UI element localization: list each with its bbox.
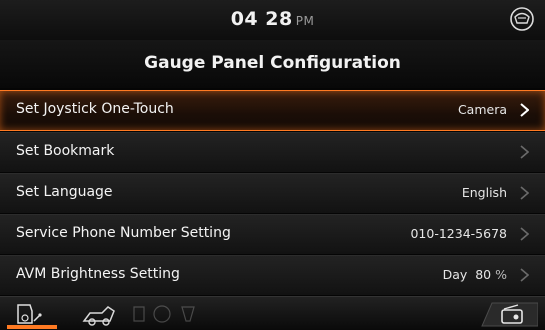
chevron-right-icon (520, 145, 529, 159)
gauge-panel-screen: 04 28 PM Gauge Panel Configuration Set Jo… (0, 0, 545, 330)
chevron-right-icon (520, 268, 529, 282)
setting-label: AVM Brightness Setting (16, 266, 180, 282)
setting-label: Set Bookmark (16, 143, 115, 159)
setting-language[interactable]: Set Language English (0, 173, 545, 213)
setting-joystick-one-touch[interactable]: Set Joystick One-Touch Camera (0, 90, 545, 131)
chevron-right-icon (520, 186, 529, 200)
setting-label: Set Joystick One-Touch (16, 101, 174, 117)
driver-helmet-icon[interactable] (509, 6, 535, 32)
gauge-menu-icon[interactable] (12, 301, 50, 327)
setting-value: 010-1234-5678 (410, 226, 507, 241)
machine-icon[interactable] (80, 301, 120, 327)
status-bar: 04 28 PM (0, 0, 545, 40)
brightness-unit: % (495, 267, 507, 282)
setting-label: Service Phone Number Setting (16, 225, 231, 241)
setting-service-phone[interactable]: Service Phone Number Setting 010-1234-56… (0, 214, 545, 254)
setting-bookmark[interactable]: Set Bookmark (0, 132, 545, 172)
chevron-right-icon (520, 227, 529, 241)
clock-ampm: PM (295, 14, 315, 28)
setting-value: Camera (457, 102, 507, 117)
fault-icon (133, 305, 195, 323)
setting-value: English (461, 185, 507, 200)
brightness-value: Day 80 (442, 267, 492, 282)
clock: 04 28 PM (0, 8, 545, 30)
settings-list: Set Joystick One-Touch Camera Set Bookma… (0, 90, 545, 296)
setting-avm-brightness[interactable]: AVM Brightness Setting Day 80% (0, 255, 545, 295)
page-title: Gauge Panel Configuration (144, 53, 401, 73)
clock-time: 04 28 (230, 8, 293, 30)
setting-label: Set Language (16, 184, 113, 200)
radio-icon[interactable] (478, 301, 538, 327)
chevron-right-icon (520, 103, 529, 117)
setting-value: Day 80% (443, 267, 507, 282)
active-tab-indicator (7, 325, 57, 329)
title-bar: Gauge Panel Configuration (0, 40, 545, 88)
bottom-dock (0, 296, 545, 330)
